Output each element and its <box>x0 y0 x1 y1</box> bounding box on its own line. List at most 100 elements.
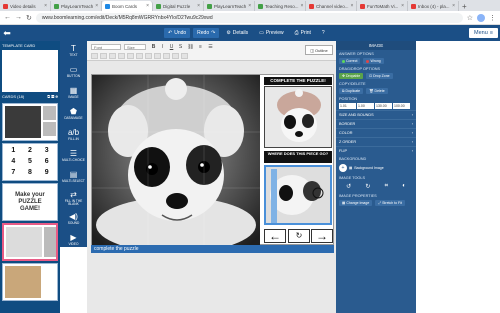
card-caption[interactable]: complete the puzzle <box>91 245 334 253</box>
puzzle-image[interactable] <box>92 75 260 245</box>
change-image-button[interactable]: ▦ Change Image <box>339 200 373 206</box>
print-button[interactable]: ⎙ Print <box>291 28 315 38</box>
tool-sound[interactable]: ◀) SOUND <box>60 209 87 230</box>
close-icon[interactable]: × <box>401 3 404 9</box>
close-icon[interactable]: × <box>146 3 149 9</box>
browser-tab[interactable]: FunToMath Vi... × <box>357 1 408 11</box>
card-thumbnail[interactable] <box>2 103 58 141</box>
link-icon[interactable]: ⛓ <box>187 44 194 50</box>
browser-tab[interactable]: Channel video... × <box>306 1 357 11</box>
crop-icon[interactable]: ⌗ <box>385 183 388 190</box>
background-image-button[interactable]: + ▦ Background Image <box>339 164 413 172</box>
format-button[interactable] <box>109 53 116 59</box>
card-thumbnail[interactable]: Make your PUZZLE GAME! <box>2 183 58 221</box>
border-section[interactable]: BORDER › <box>336 119 416 128</box>
back-arrow-icon[interactable]: ⬅ <box>0 28 14 39</box>
z-order-section[interactable]: Z ORDER › <box>336 137 416 146</box>
stretch-button[interactable]: ⤢ Stretch to Fit <box>375 200 405 206</box>
back-icon[interactable]: ← <box>4 14 11 21</box>
browser-tab[interactable]: Teaching Reso... × <box>255 1 306 11</box>
close-icon[interactable]: × <box>95 3 98 9</box>
size-bounds-section[interactable]: SIZE AND BOUNDS › <box>336 110 416 119</box>
adjust-icon[interactable]: ◐ <box>402 183 406 190</box>
italic-icon[interactable]: I <box>159 44 166 50</box>
browser-tab[interactable]: Video details × <box>0 1 51 11</box>
pos-y-input[interactable]: 1.00 <box>357 103 374 109</box>
left-arrow-button[interactable]: ← <box>264 229 286 243</box>
card-canvas[interactable]: COMPLETE THE PUZZLE! WHERE DOES THIS PIE… <box>91 74 334 245</box>
duplicate-button[interactable]: ⧉ Duplicate <box>339 88 364 94</box>
template-card[interactable] <box>2 50 58 92</box>
rotate-button[interactable]: ↻ <box>288 229 310 243</box>
outline-button[interactable]: ◫ Outline <box>305 45 333 55</box>
tool-multi-select[interactable]: ▤ MULTI-SELECT <box>60 167 87 188</box>
flip-section[interactable]: FLIP › <box>336 146 416 155</box>
tool-image[interactable]: ▦ IMAGE <box>60 83 87 104</box>
tool-video[interactable]: ▶ VIDEO <box>60 230 87 251</box>
browser-tab[interactable]: Boom Cards × <box>102 1 153 11</box>
browser-tab[interactable]: Inbox (4) - pla... × <box>408 1 459 11</box>
format-button[interactable] <box>91 53 98 59</box>
tool-fill-in-the-blank[interactable]: ⇄ FILL IN THE BLANK <box>60 188 87 209</box>
details-button[interactable]: ⚙ Details <box>222 28 252 38</box>
tool-text[interactable]: T TEXT <box>60 41 87 62</box>
right-arrow-button[interactable]: → <box>311 229 333 243</box>
help-icon[interactable]: ? <box>318 28 329 38</box>
browser-tab[interactable]: Digital Puzzle × <box>153 1 204 11</box>
format-button[interactable] <box>136 53 143 59</box>
close-icon[interactable]: × <box>197 3 200 9</box>
avatar[interactable] <box>477 13 485 22</box>
kebab-icon[interactable]: ⋮ <box>489 14 496 22</box>
correct-option[interactable]: Correct <box>339 58 361 64</box>
close-icon[interactable]: × <box>301 3 304 9</box>
format-button[interactable] <box>154 53 161 59</box>
forward-icon[interactable]: → <box>15 14 22 21</box>
reference-image[interactable] <box>264 86 332 148</box>
close-icon[interactable]: × <box>248 3 251 9</box>
preview-button[interactable]: ▭ Preview <box>255 28 288 38</box>
puzzle-piece[interactable] <box>264 165 332 225</box>
font-select[interactable]: Font <box>91 44 121 50</box>
url-field[interactable]: www.boomlearning.com/edit/Deck/M5Rq8mWGR… <box>35 12 463 23</box>
close-icon[interactable]: × <box>351 3 354 9</box>
card-thumbnail-selected[interactable] <box>2 223 58 261</box>
align-icon[interactable]: ≡ <box>197 44 204 50</box>
close-icon[interactable]: × <box>452 3 455 9</box>
dropable-option[interactable]: ✥ Dropable <box>339 73 364 79</box>
rotate-left-icon[interactable]: ↺ <box>346 183 351 190</box>
format-button[interactable] <box>145 53 152 59</box>
new-tab-icon[interactable]: + <box>459 2 470 11</box>
redo-button[interactable]: Redo ↷ <box>193 28 220 38</box>
tool-dataimage[interactable]: ⬟ DATAIMAGE <box>60 104 87 125</box>
tool-fill-in[interactable]: a/b FILL-IN <box>60 125 87 146</box>
undo-button[interactable]: ↶ Undo <box>164 28 191 38</box>
star-icon[interactable]: ☆ <box>467 14 473 22</box>
menu-button[interactable]: Menu ≡ <box>469 28 498 38</box>
close-icon[interactable]: × <box>44 3 47 9</box>
browser-tab[interactable]: PlayLearnTeach × <box>51 1 102 11</box>
format-button[interactable] <box>163 53 170 59</box>
wrong-option[interactable]: Wrong <box>363 58 384 64</box>
width-input[interactable]: 130.00 <box>375 103 392 109</box>
list-icon[interactable]: ☰ <box>207 44 214 50</box>
format-button[interactable] <box>181 53 188 59</box>
format-button[interactable] <box>118 53 125 59</box>
reload-icon[interactable]: ↻ <box>26 14 32 22</box>
rotate-right-icon[interactable]: ↻ <box>365 183 370 190</box>
tool-button[interactable]: ▭ BUTTON <box>60 62 87 83</box>
format-button[interactable] <box>127 53 134 59</box>
delete-button[interactable]: 🗑 Delete <box>366 88 388 94</box>
browser-tab[interactable]: PlayLearnTeach × <box>204 1 255 11</box>
card-actions-icon[interactable]: ⧉ ▦ ⊕ <box>47 94 58 99</box>
card-thumbnail[interactable] <box>2 263 58 301</box>
drop-zone-option[interactable]: ⊡ Drop Zone <box>366 73 393 79</box>
pos-x-input[interactable]: 1.01 <box>339 103 356 109</box>
card-thumbnail[interactable]: 1 2 3 4 5 6 7 8 9 <box>2 143 58 181</box>
bold-icon[interactable]: B <box>150 44 157 50</box>
size-select[interactable]: Size <box>124 44 146 50</box>
tool-multi-choice[interactable]: ☰ MULTI-CHOICE <box>60 146 87 167</box>
underline-icon[interactable]: U <box>168 44 175 50</box>
format-button[interactable] <box>100 53 107 59</box>
strikethrough-icon[interactable]: S <box>177 44 184 50</box>
format-button[interactable] <box>172 53 179 59</box>
